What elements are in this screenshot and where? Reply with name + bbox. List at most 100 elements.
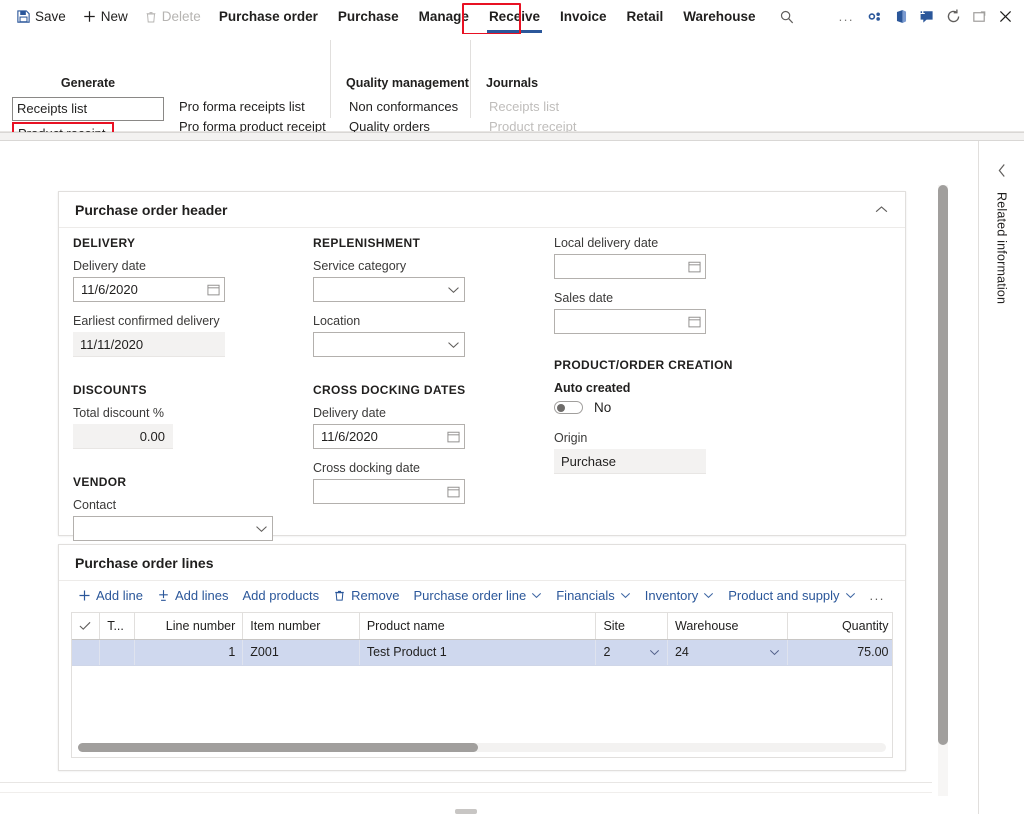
tab-manage[interactable]: Manage	[409, 4, 479, 29]
trash-icon	[144, 10, 158, 24]
cell-item-number[interactable]: Z001	[243, 639, 360, 665]
menu-item-pro-forma-receipts-list[interactable]: Pro forma receipts list	[176, 97, 336, 117]
column-header-warehouse[interactable]: Warehouse	[667, 613, 787, 639]
overflow-menu-button[interactable]: ...	[831, 9, 862, 24]
tab-purchase-order[interactable]: Purchase order	[209, 4, 328, 29]
field-label: Contact	[73, 498, 288, 513]
chevron-down-icon[interactable]	[649, 649, 660, 656]
cross-docking-date-input[interactable]	[313, 479, 465, 504]
row-select-cell[interactable]	[72, 639, 100, 665]
field-total-discount-pct: Total discount % 0.00	[73, 406, 288, 449]
cell-site[interactable]: 2	[596, 639, 668, 665]
delete-button[interactable]: Delete	[136, 5, 209, 28]
lines-table: T... Line number Item number Product nam…	[72, 613, 893, 666]
column-header-type[interactable]: T...	[100, 613, 135, 639]
cell-product-name[interactable]: Test Product 1	[359, 639, 596, 665]
close-icon[interactable]	[992, 4, 1018, 30]
related-information-rail[interactable]: Related information	[978, 141, 1024, 814]
tab-receive[interactable]: Receive	[479, 4, 550, 29]
office-icon[interactable]	[888, 4, 914, 30]
chevron-down-icon	[531, 592, 542, 599]
search-icon[interactable]	[774, 4, 800, 30]
field-origin: Origin Purchase	[554, 431, 769, 474]
service-category-select[interactable]	[313, 277, 465, 302]
chevron-left-icon[interactable]	[997, 163, 1007, 178]
cell-value: 2	[603, 645, 610, 659]
field-label: Delivery date	[73, 259, 288, 274]
fasttab-header-titlebar[interactable]: Purchase order header	[59, 192, 905, 228]
save-button[interactable]: Save	[8, 5, 74, 28]
purchase-order-line-menu[interactable]: Purchase order line	[407, 585, 550, 606]
group-title-discounts: DISCOUNTS	[73, 383, 288, 397]
product-and-supply-menu[interactable]: Product and supply	[721, 585, 862, 606]
sales-date-input[interactable]	[554, 309, 706, 334]
financials-menu[interactable]: Financials	[549, 585, 638, 606]
header-column-1: DELIVERY Delivery date 11/6/2020 E	[73, 236, 288, 553]
fasttab-title: Purchase order header	[75, 202, 228, 218]
calendar-icon[interactable]	[688, 260, 701, 273]
menu-item-receipts-list[interactable]: Receipts list	[12, 97, 164, 121]
inventory-menu[interactable]: Inventory	[638, 585, 721, 606]
column-header-site[interactable]: Site	[596, 613, 668, 639]
tab-invoice[interactable]: Invoice	[550, 4, 617, 29]
menu-divider-1	[330, 40, 331, 118]
column-header-product-name[interactable]: Product name	[359, 613, 596, 639]
cell-line-number[interactable]: 1	[134, 639, 242, 665]
delivery-date-input[interactable]: 11/6/2020	[73, 277, 225, 302]
fasttab-lines-titlebar[interactable]: Purchase order lines	[59, 545, 905, 581]
cell-warehouse[interactable]: 24	[667, 639, 787, 665]
tab-purchase[interactable]: Purchase	[328, 4, 409, 29]
cross-docking-delivery-date-input[interactable]: 11/6/2020	[313, 424, 465, 449]
chevron-down-icon[interactable]	[255, 525, 268, 533]
location-select[interactable]	[313, 332, 465, 357]
calendar-icon[interactable]	[447, 485, 460, 498]
button-label: Financials	[556, 588, 615, 603]
calendar-icon[interactable]	[447, 430, 460, 443]
table-row[interactable]: 1 Z001 Test Product 1 2	[72, 639, 893, 665]
cell-type[interactable]	[100, 639, 135, 665]
add-products-button[interactable]: Add products	[235, 585, 326, 606]
notifications-icon[interactable]: 1	[914, 4, 940, 30]
popout-icon[interactable]	[966, 4, 992, 30]
tab-label: Warehouse	[683, 9, 755, 24]
local-delivery-date-input[interactable]	[554, 254, 706, 279]
page-vscrollbar-thumb[interactable]	[938, 185, 948, 745]
add-line-button[interactable]: Add line	[71, 585, 150, 606]
new-button[interactable]: New	[74, 5, 136, 28]
column-header-item-number[interactable]: Item number	[243, 613, 360, 639]
lines-overflow-button[interactable]: ...	[863, 585, 892, 606]
auto-created-toggle[interactable]: No	[554, 400, 769, 415]
tab-warehouse[interactable]: Warehouse	[673, 4, 765, 29]
refresh-icon[interactable]	[940, 4, 966, 30]
resize-handle[interactable]	[455, 809, 477, 814]
fasttab-purchase-order-header: Purchase order header DELIVERY Delivery …	[58, 191, 906, 536]
new-label: New	[101, 9, 128, 24]
toggle-track	[554, 401, 583, 414]
chevron-up-icon[interactable]	[874, 205, 889, 214]
calendar-icon[interactable]	[207, 283, 220, 296]
settings-icon[interactable]	[862, 4, 888, 30]
tab-retail[interactable]: Retail	[617, 4, 674, 29]
remove-button[interactable]: Remove	[326, 585, 406, 606]
chevron-down-icon[interactable]	[447, 286, 460, 294]
dynamics-purchase-order-page: Save New Delete Purchase order Purchase …	[0, 0, 1024, 814]
toggle-value: No	[594, 400, 611, 415]
chevron-down-icon[interactable]	[447, 341, 460, 349]
calendar-icon[interactable]	[688, 315, 701, 328]
chevron-down-icon[interactable]	[769, 649, 780, 656]
column-header-line-number[interactable]: Line number	[134, 613, 242, 639]
tab-label: Purchase order	[219, 9, 318, 24]
toggle-knob	[557, 404, 565, 412]
field-label: Total discount %	[73, 406, 288, 421]
column-header-quantity[interactable]: Quantity	[788, 613, 893, 639]
grid-hscrollbar-thumb[interactable]	[78, 743, 478, 752]
cell-quantity[interactable]: 75.00	[788, 639, 893, 665]
column-header-select-all[interactable]	[72, 613, 100, 639]
menu-item-non-conformances[interactable]: Non conformances	[346, 97, 476, 117]
add-lines-button[interactable]: Add lines	[150, 585, 235, 606]
fasttab-title: Purchase order lines	[75, 555, 214, 571]
field-local-delivery-date: Local delivery date	[554, 236, 769, 279]
contact-select[interactable]	[73, 516, 273, 541]
menu-group-title: Generate	[12, 76, 164, 90]
field-auto-created: Auto created No	[554, 381, 769, 415]
